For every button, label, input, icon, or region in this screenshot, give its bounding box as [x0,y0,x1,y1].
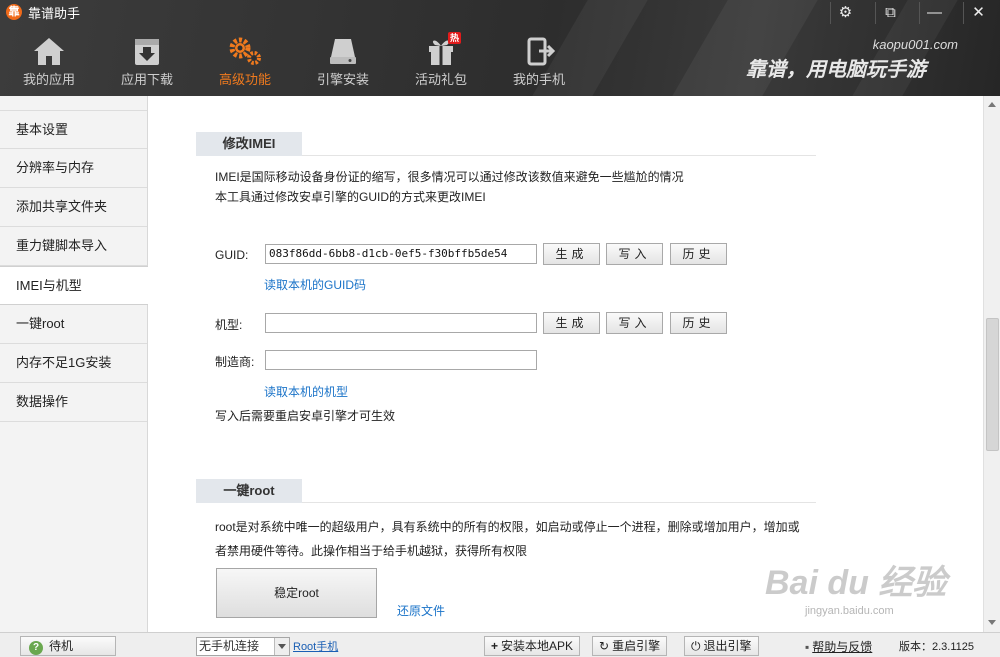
version-label: 版本：2.3.1125 [899,641,975,653]
sidebar-item-low-memory-install[interactable]: 内存不足1G安装 [0,344,147,383]
model-generate-button[interactable]: 生成 [543,312,600,334]
nav-gift-packs[interactable]: 热 活动礼包 [392,32,490,96]
watermark-text: Bai du 经验 [765,564,947,602]
watermark-url: jingyan.baidu.com [805,605,894,617]
nav-label: 应用下载 [120,72,173,87]
close-window-button[interactable]: ✕ [963,2,993,24]
model-history-button[interactable]: 历史 [670,312,727,334]
help-feedback-label: 帮助与反馈 [812,640,873,654]
restore-files-link[interactable]: 还原文件 [397,602,445,619]
nav-label: 引擎安装 [316,72,369,87]
phone-select-value: 无手机连接 [199,639,260,653]
drive-icon [330,39,356,64]
nav-advanced[interactable]: 高级功能 [196,32,294,96]
nav-my-phone[interactable]: 我的手机 [490,32,588,96]
nav-my-apps[interactable]: 我的应用 [0,32,98,96]
gears-icon [229,37,261,65]
phone-exit-icon [527,37,556,66]
read-model-link[interactable]: 读取本机的机型 [264,383,348,400]
app-title: 靠谱助手 [28,6,81,21]
download-icon [135,39,159,65]
sidebar-item-data-ops[interactable]: 数据操作 [0,383,147,422]
maker-label: 制造商: [215,355,255,369]
exit-engine-button[interactable]: ⏻ 退出引擎 [684,636,759,656]
nav-label: 我的应用 [22,72,75,87]
sidebar-item-imei-model[interactable]: IMEI与机型 [0,266,148,305]
guid-write-button[interactable]: 写入 [606,243,663,265]
imei-description-1: IMEI是国际移动设备身份证的缩写，很多情况可以通过修改该数值来避免一些尴尬的情… [215,170,684,184]
guid-label: GUID: [215,248,249,262]
exit-engine-label: 退出引擎 [703,639,752,653]
plus-icon: + [491,639,499,653]
sidebar-item-resolution-memory[interactable]: 分辨率与内存 [0,149,147,188]
restart-engine-button[interactable]: ↻ 重启引擎 [592,636,668,656]
standby-label: 待机 [49,639,74,653]
vertical-scrollbar[interactable] [983,96,1000,632]
hot-badge: 热 [448,32,462,44]
guid-input[interactable]: 083f86dd-6bb8-d1cb-0ef5-f30bffb5de54 [265,244,537,264]
help-circle-icon: ? [29,641,43,655]
model-label: 机型: [215,318,243,332]
root-description-1: root是对系统中唯一的超级用户，具有系统中的所有的权限，如启动或停止一个进程，… [215,520,800,534]
root-phone-link[interactable]: Root手机 [293,638,338,654]
baidu-watermark: Bai du 经验 jingyan.baidu.com [765,555,975,627]
scroll-down-icon[interactable] [988,620,996,625]
nav-label: 活动礼包 [414,72,467,87]
nav-label: 高级功能 [218,72,271,87]
minimize-window-button[interactable]: — [919,2,949,24]
nav-app-download[interactable]: 应用下载 [98,32,196,96]
help-feedback-link[interactable]: ▪ 帮助与反馈 [805,638,872,655]
read-guid-link[interactable]: 读取本机的GUID码 [264,276,366,293]
settings-window-button[interactable]: ⚙ [830,2,860,24]
chat-icon: ▪ [805,640,810,654]
root-section-header: 一键root [196,479,816,503]
sidebar-item-one-key-root[interactable]: 一键root [0,305,147,344]
guid-history-button[interactable]: 历史 [670,243,727,265]
power-icon: ⏻ [691,639,701,653]
brand-url: kaopu001.com [872,37,958,52]
root-description-2: 者禁用硬件等待。此操作相当于给手机越狱，获得所有权限 [215,544,528,558]
sidebar-item-shared-folder[interactable]: 添加共享文件夹 [0,188,147,227]
sidebar: 基本设置 分辨率与内存 添加共享文件夹 重力键脚本导入 IMEI与机型 一键ro… [0,96,148,632]
model-input[interactable] [265,313,537,333]
stable-root-button[interactable]: 稳定root [216,568,377,618]
standby-button[interactable]: ? 待机 [20,636,116,656]
nav-engine-install[interactable]: 引擎安装 [294,32,392,96]
scroll-up-icon[interactable] [988,102,996,107]
imei-section-title: 修改IMEI [196,132,302,156]
install-apk-label: 安装本地APK [501,639,574,653]
guid-generate-button[interactable]: 生成 [543,243,600,265]
restore-window-button[interactable]: ⧉ [875,2,905,24]
install-local-apk-button[interactable]: + 安装本地APK [484,636,581,656]
title-bar: 靠 靠谱助手 ⚙ ⧉ — ✕ 我的应用 应用下载 高级功能 引擎安装 热 活动礼… [0,0,1000,96]
status-bar: ? 待机 无手机连接 Root手机 + 安装本地APK ↻ 重启引擎 ⏻ 退出引擎 ▪ 帮… [0,632,1000,657]
nav-label: 我的手机 [512,72,565,87]
root-section-title: 一键root [196,479,302,503]
sidebar-item-basic-settings[interactable]: 基本设置 [0,110,147,149]
imei-section-header: 修改IMEI [196,132,816,156]
imei-description-2: 本工具通过修改安卓引擎的GUID的方式来更改IMEI [215,190,486,204]
restart-engine-label: 重启引擎 [612,639,661,653]
chevron-down-icon [274,638,289,655]
home-icon [34,38,64,65]
sidebar-item-gravity-script[interactable]: 重力键脚本导入 [0,227,147,266]
app-logo-icon: 靠 [6,4,22,20]
main-content: 修改IMEI IMEI是国际移动设备身份证的缩写，很多情况可以通过修改该数值来避… [149,96,983,632]
restart-note: 写入后需要重启安卓引擎才可生效 [215,409,396,423]
phone-connection-select[interactable]: 无手机连接 [196,637,290,656]
brand-slogan: 靠谱，用电脑玩手游 [746,59,926,81]
maker-input[interactable] [265,350,537,370]
refresh-icon: ↻ [599,639,610,653]
model-write-button[interactable]: 写入 [606,312,663,334]
scrollbar-thumb[interactable] [986,318,999,451]
